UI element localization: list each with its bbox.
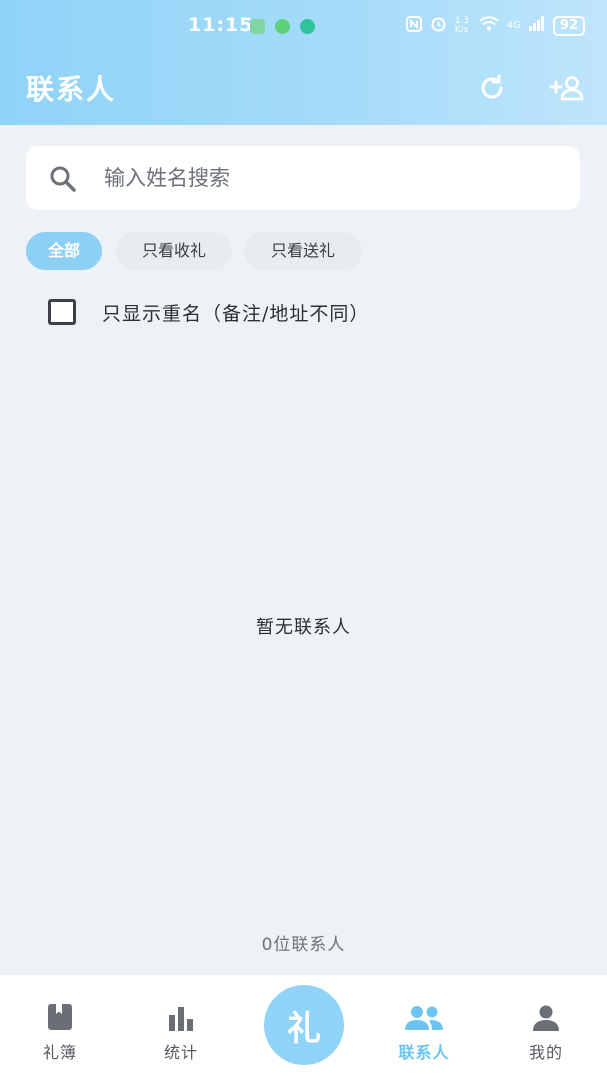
nfc-icon bbox=[405, 15, 422, 36]
empty-state-text: 暂无联系人 bbox=[256, 617, 351, 638]
status-bar: 11:15 1.3 K/s 4G 92 bbox=[0, 0, 607, 54]
alarm-icon bbox=[430, 15, 447, 36]
page-title: 联系人 bbox=[26, 73, 117, 106]
download-notification-icon bbox=[300, 19, 315, 34]
duplicate-name-checkbox[interactable] bbox=[48, 299, 76, 325]
refresh-button[interactable] bbox=[472, 68, 512, 108]
tab-label-gift-book: 礼簿 bbox=[42, 1043, 77, 1062]
tab-statistics[interactable]: 统计 bbox=[121, 975, 241, 1080]
refresh-icon bbox=[481, 74, 503, 99]
bar-chart-icon bbox=[169, 1007, 193, 1031]
people-icon bbox=[405, 1006, 443, 1030]
message-notification-icon bbox=[250, 19, 265, 34]
tab-profile[interactable]: 我的 bbox=[486, 975, 606, 1080]
battery-indicator: 92 bbox=[552, 15, 585, 36]
person-icon bbox=[533, 1005, 559, 1031]
tab-contacts[interactable]: 联系人 bbox=[364, 975, 484, 1080]
header-bar: 11:15 1.3 K/s 4G 92 联系人 bbox=[0, 0, 607, 125]
book-icon bbox=[48, 1004, 72, 1030]
tab-label-statistics: 统计 bbox=[163, 1043, 198, 1062]
net-speed: 1.3 K/s bbox=[454, 15, 470, 35]
wifi-icon bbox=[479, 16, 499, 35]
add-contact-button[interactable] bbox=[548, 68, 588, 108]
tab-label-profile: 我的 bbox=[528, 1043, 563, 1062]
signal-icon bbox=[528, 16, 545, 35]
duplicate-name-filter[interactable]: 只显示重名（备注/地址不同） bbox=[48, 296, 369, 328]
filter-chip-received[interactable]: 只看收礼 bbox=[116, 232, 232, 270]
status-time: 11:15 bbox=[188, 14, 254, 36]
search-input[interactable] bbox=[104, 146, 564, 210]
tab-label-contacts: 联系人 bbox=[398, 1043, 450, 1062]
tab-gift-book[interactable]: 礼簿 bbox=[0, 975, 120, 1080]
search-box[interactable] bbox=[26, 146, 580, 210]
duplicate-name-label: 只显示重名（备注/地址不同） bbox=[102, 302, 370, 325]
add-person-icon bbox=[549, 76, 584, 101]
filter-chip-sent[interactable]: 只看送礼 bbox=[244, 232, 362, 270]
filter-chip-all[interactable]: 全部 bbox=[26, 232, 102, 270]
chat-notification-icon bbox=[275, 19, 290, 34]
contact-count: 0位联系人 bbox=[261, 935, 346, 955]
search-icon bbox=[50, 166, 76, 192]
notification-icons bbox=[250, 19, 315, 34]
network-type: 4G bbox=[506, 20, 521, 31]
add-gift-record-button[interactable]: 礼 bbox=[264, 985, 344, 1065]
system-icons: 1.3 K/s 4G 92 bbox=[405, 15, 585, 36]
